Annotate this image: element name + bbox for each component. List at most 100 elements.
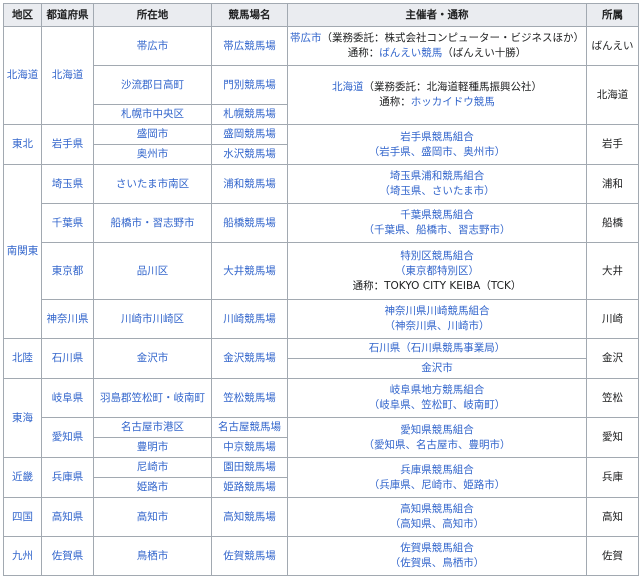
track-link[interactable]: 中京競馬場 [223, 441, 276, 453]
organizer-link[interactable]: 千葉県競馬組合 [400, 209, 474, 221]
organizer-members[interactable]: （兵庫県、尼崎市、姫路市） [369, 479, 506, 491]
location-link[interactable]: 姫路市 [137, 481, 169, 493]
track-cell: 船橋競馬場 [211, 203, 288, 243]
location-link[interactable]: さいたま市南区 [116, 178, 189, 190]
location-link[interactable]: 名古屋市港区 [121, 421, 184, 433]
track-link[interactable]: 名古屋競馬場 [218, 421, 281, 433]
affiliation-cell: 大井 [586, 242, 639, 300]
organizer-link[interactable]: 神奈川県川崎競馬組合 [385, 305, 490, 317]
organizer-members[interactable]: （東京都特別区） [395, 265, 479, 277]
organizer-link[interactable]: 岐阜県地方競馬組合 [390, 384, 485, 396]
prefecture-link[interactable]: 北海道 [52, 69, 84, 81]
track-link[interactable]: 盛岡競馬場 [223, 128, 276, 140]
organizer-members[interactable]: （岩手県、盛岡市、奥州市） [369, 146, 506, 158]
affiliation-cell: 笠松 [586, 378, 639, 418]
organizer-link[interactable]: 愛知県競馬組合 [400, 424, 474, 436]
prefecture-link[interactable]: 石川県 [52, 352, 84, 364]
organizer-link[interactable]: 特別区競馬組合 [400, 250, 474, 262]
track-cell: 水沢競馬場 [211, 144, 288, 165]
alias-link[interactable]: ホッカイドウ競馬 [411, 96, 495, 108]
track-link[interactable]: 水沢競馬場 [223, 148, 276, 160]
location-link[interactable]: 尼崎市 [137, 461, 169, 473]
prefecture-link[interactable]: 高知県 [52, 511, 84, 523]
organizer-link[interactable]: 石川県（石川県競馬事業局） [369, 342, 506, 354]
track-link[interactable]: 姫路競馬場 [223, 481, 276, 493]
region-link[interactable]: 北陸 [12, 352, 33, 364]
region-link[interactable]: 北海道 [7, 69, 39, 81]
location-link[interactable]: 高知市 [137, 511, 169, 523]
organizer-link[interactable]: 埼玉県浦和競馬組合 [390, 170, 485, 182]
organizer-cell: 高知県競馬組合 （高知県、高知市） [287, 497, 587, 537]
prefecture-link[interactable]: 千葉県 [52, 217, 84, 229]
track-link[interactable]: 金沢競馬場 [223, 352, 276, 364]
track-link[interactable]: 川崎競馬場 [223, 313, 276, 325]
prefecture-link[interactable]: 神奈川県 [47, 313, 89, 325]
location-link[interactable]: 品川区 [137, 265, 169, 277]
location-link[interactable]: 盛岡市 [137, 128, 169, 140]
location-cell: 姫路市 [93, 477, 212, 498]
track-link[interactable]: 札幌競馬場 [223, 108, 276, 120]
track-cell: 浦和競馬場 [211, 164, 288, 204]
track-cell: 佐賀競馬場 [211, 536, 288, 576]
organizer-link[interactable]: 兵庫県競馬組合 [400, 464, 474, 476]
organizer-members[interactable]: （岐阜県、笠松町、岐南町） [369, 399, 506, 411]
prefecture-link[interactable]: 埼玉県 [52, 178, 84, 190]
organizer-cell: 特別区競馬組合 （東京都特別区） 通称：TOKYO CITY KEIBA（TCK… [287, 242, 587, 300]
location-link[interactable]: 帯広市 [137, 40, 169, 52]
region-link[interactable]: 近畿 [12, 471, 33, 483]
prefecture-link[interactable]: 佐賀県 [52, 550, 84, 562]
organizer-link[interactable]: 岩手県競馬組合 [400, 131, 474, 143]
organizer-cell: 帯広市（業務委託：株式会社コンピューター・ビジネスほか） 通称：ばんえい競馬（ば… [287, 26, 587, 66]
track-link[interactable]: 門別競馬場 [223, 79, 276, 91]
location-link[interactable]: 金沢市 [137, 352, 169, 364]
organizer-link[interactable]: 帯広市 [290, 32, 322, 44]
prefecture-link[interactable]: 岩手県 [52, 138, 84, 150]
organizer-members[interactable]: （埼玉県、さいたま市） [379, 185, 494, 197]
organizer-link[interactable]: 高知県競馬組合 [400, 503, 474, 515]
location-link[interactable]: 川崎市川崎区 [121, 313, 184, 325]
organizer-members[interactable]: （神奈川県、川崎市） [385, 320, 490, 332]
prefecture-link[interactable]: 岐阜県 [52, 392, 84, 404]
location-link[interactable]: 奥州市 [137, 148, 169, 160]
alias-link[interactable]: ばんえい競馬 [379, 47, 442, 59]
location-cell: 金沢市 [93, 338, 212, 379]
region-link[interactable]: 四国 [12, 511, 33, 523]
region-link[interactable]: 東海 [12, 412, 33, 424]
location-link[interactable]: 羽島郡笠松町・岐南町 [100, 392, 205, 404]
region-link[interactable]: 九州 [12, 550, 33, 562]
alias-prefix: 通称： [347, 47, 380, 59]
track-link[interactable]: 園田競馬場 [223, 461, 276, 473]
organizer-link[interactable]: 金沢市 [421, 362, 453, 374]
table-row: 東京都 品川区 大井競馬場 特別区競馬組合 （東京都特別区） 通称：TOKYO … [4, 242, 639, 300]
organizer-cell: 岐阜県地方競馬組合 （岐阜県、笠松町、岐南町） [287, 378, 587, 418]
track-link[interactable]: 佐賀競馬場 [223, 550, 276, 562]
track-link[interactable]: 浦和競馬場 [223, 178, 276, 190]
racecourse-table: 地区 都道府県 所在地 競馬場名 主催者・通称 所属 北海道 北海道 帯広市 帯… [3, 3, 639, 576]
prefecture-link[interactable]: 東京都 [52, 265, 84, 277]
region-link[interactable]: 東北 [12, 138, 33, 150]
region-link[interactable]: 南関東 [7, 245, 39, 257]
location-cell: 船橋市・習志野市 [93, 203, 212, 243]
track-link[interactable]: 大井競馬場 [223, 265, 276, 277]
track-link[interactable]: 帯広競馬場 [223, 40, 276, 52]
location-link[interactable]: 豊明市 [137, 441, 169, 453]
organizer-members[interactable]: （千葉県、船橋市、習志野市） [364, 224, 511, 236]
track-link[interactable]: 船橋競馬場 [223, 217, 276, 229]
header-organizer: 主催者・通称 [287, 3, 587, 27]
organizer-members[interactable]: （高知県、高知市） [390, 518, 485, 530]
location-link[interactable]: 札幌市中央区 [121, 108, 184, 120]
location-link[interactable]: 船橋市・習志野市 [111, 217, 195, 229]
track-link[interactable]: 高知競馬場 [223, 511, 276, 523]
location-cell: 名古屋市港区 [93, 417, 212, 438]
prefecture-link[interactable]: 愛知県 [52, 431, 84, 443]
affiliation-cell: 北海道 [586, 65, 639, 125]
organizer-members[interactable]: （愛知県、名古屋市、豊明市） [364, 439, 511, 451]
organizer-link[interactable]: 北海道 [332, 81, 364, 93]
track-link[interactable]: 笠松競馬場 [223, 392, 276, 404]
organizer-link[interactable]: 佐賀県競馬組合 [400, 542, 474, 554]
organizer-members[interactable]: （佐賀県、鳥栖市） [390, 557, 485, 569]
location-link[interactable]: 鳥栖市 [137, 550, 169, 562]
prefecture-cell: 岐阜県 [41, 378, 94, 418]
location-link[interactable]: 沙流郡日高町 [121, 79, 184, 91]
prefecture-link[interactable]: 兵庫県 [52, 471, 84, 483]
